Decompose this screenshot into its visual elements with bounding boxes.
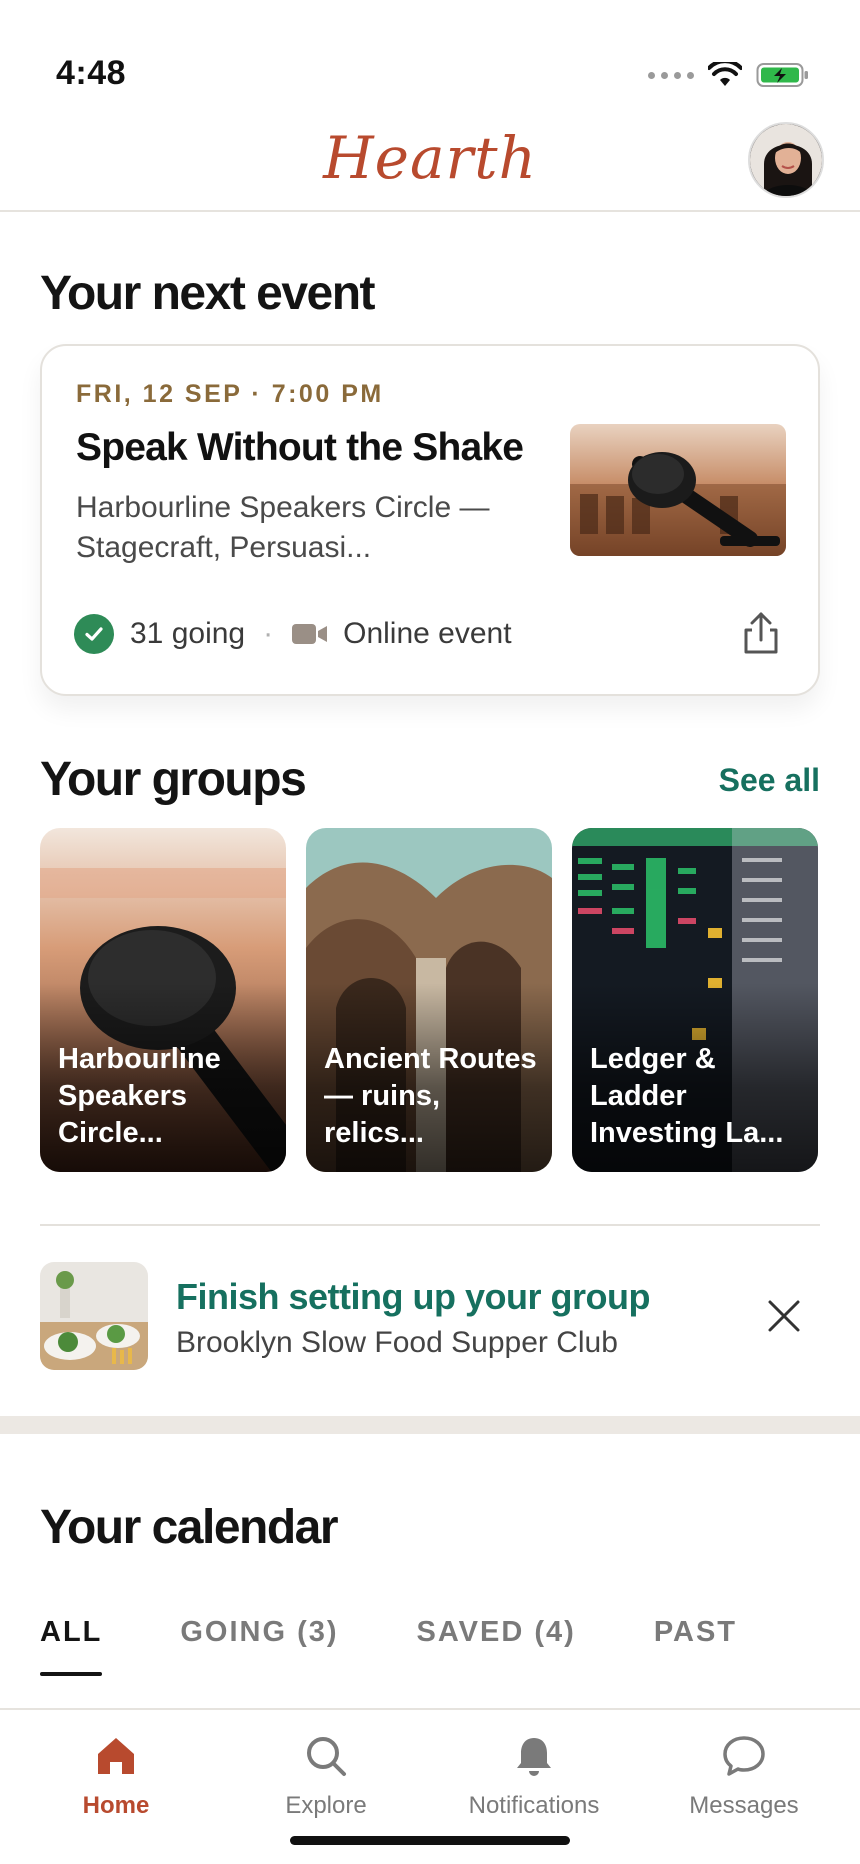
status-time: 4:48 xyxy=(56,54,127,92)
finish-setup-banner[interactable]: Finish setting up your group Brooklyn Sl… xyxy=(40,1262,820,1370)
tab-saved[interactable]: SAVED (4) xyxy=(417,1616,576,1676)
home-indicator xyxy=(290,1836,570,1845)
section-divider xyxy=(0,1416,860,1434)
wifi-icon xyxy=(708,62,742,86)
group-name: Harbourline Speakers Circle... xyxy=(58,1043,221,1149)
close-icon xyxy=(768,1300,800,1332)
check-circle-icon xyxy=(74,614,114,654)
group-card[interactable]: Harbourline Speakers Circle... xyxy=(40,828,286,1172)
next-event-heading: Your next event xyxy=(40,267,376,320)
nav-notifications-label: Notifications xyxy=(468,1792,600,1819)
going-count: 31 going xyxy=(130,617,246,650)
meta-separator: · xyxy=(263,617,274,650)
event-image xyxy=(570,424,786,556)
tab-going[interactable]: GOING (3) xyxy=(180,1616,338,1676)
share-icon xyxy=(744,612,778,654)
event-group-description: Harbourline Speakers Circle — Stagecraft… xyxy=(76,491,490,564)
brand-logo[interactable]: Hearth xyxy=(0,124,860,192)
event-meta: 31 going · Online event xyxy=(74,614,512,654)
nav-explore-label: Explore xyxy=(285,1792,367,1819)
nav-explore[interactable]: Explore xyxy=(236,1730,416,1820)
video-camera-icon xyxy=(292,624,328,644)
tab-all[interactable]: ALL xyxy=(40,1616,103,1676)
group-card[interactable]: Ancient Routes — ruins, relics... xyxy=(306,828,552,1172)
group-card[interactable]: Ledger & Ladder Investing La... xyxy=(572,828,818,1172)
finish-setup-title: Finish setting up your group xyxy=(176,1276,650,1317)
next-event-card[interactable]: FRI, 12 SEP · 7:00 PM Speak Without the … xyxy=(40,344,820,696)
divider xyxy=(40,1224,820,1226)
status-icons xyxy=(648,62,810,88)
group-thumbnail xyxy=(40,1262,148,1370)
group-name: Ancient Routes — ruins, relics... xyxy=(324,1043,537,1149)
status-bar: 4:48 xyxy=(0,0,860,110)
app-header: Hearth xyxy=(0,110,860,212)
nav-messages-label: Messages xyxy=(689,1792,799,1819)
nav-notifications[interactable]: Notifications xyxy=(444,1730,624,1820)
nav-messages[interactable]: Messages xyxy=(654,1730,834,1820)
dismiss-button[interactable] xyxy=(764,1296,804,1336)
event-title: Speak Without the Shake xyxy=(76,426,524,469)
event-date: FRI, 12 SEP · 7:00 PM xyxy=(76,380,384,408)
event-location-type: Online event xyxy=(343,617,512,650)
bell-icon xyxy=(517,1738,551,1776)
share-button[interactable] xyxy=(736,608,786,658)
finish-setup-group-name: Brooklyn Slow Food Supper Club xyxy=(176,1326,618,1359)
calendar-tabs: ALL GOING (3) SAVED (4) PAST xyxy=(40,1616,815,1676)
nav-home[interactable]: Home xyxy=(26,1730,206,1820)
search-icon xyxy=(307,1737,346,1776)
chat-bubble-icon xyxy=(723,1736,765,1776)
see-all-groups-link[interactable]: See all xyxy=(719,762,820,799)
avatar[interactable] xyxy=(748,122,824,198)
home-icon xyxy=(98,1738,134,1774)
cellular-signal-icon xyxy=(648,71,694,79)
battery-charging-icon xyxy=(756,63,808,87)
tab-past[interactable]: PAST xyxy=(654,1616,737,1676)
group-name: Ledger & Ladder Investing La... xyxy=(590,1043,784,1149)
calendar-heading: Your calendar xyxy=(40,1501,339,1554)
nav-home-label: Home xyxy=(82,1792,150,1819)
groups-carousel: Harbourline Speakers Circle... Ancient R… xyxy=(40,828,820,1172)
groups-heading: Your groups xyxy=(40,753,307,806)
